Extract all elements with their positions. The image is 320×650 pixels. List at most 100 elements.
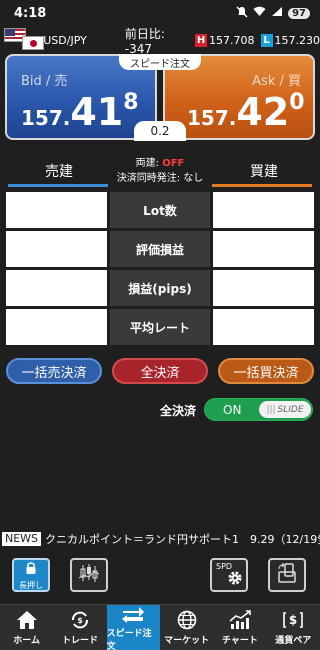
- row-label: 評価損益: [110, 231, 210, 267]
- high-value: 157.708: [209, 33, 255, 47]
- sell-position-label: 売建: [45, 164, 73, 180]
- tab-speed-order[interactable]: スピード注文: [106, 604, 160, 650]
- buy-all-settle-button[interactable]: 一括買決済: [218, 358, 314, 384]
- bid-price-pip: 8: [123, 90, 139, 115]
- rate-header[interactable]: USD/JPY 前日比: -347 H 157.708 L 157.230: [0, 27, 320, 56]
- chart-toggle-button[interactable]: [70, 558, 108, 592]
- lock-icon: [24, 560, 38, 579]
- all-settle-label: 全決済: [160, 404, 197, 418]
- tool-row: 長押し SPD: [0, 558, 320, 594]
- trade-icon: $: [69, 609, 91, 631]
- ask-price: 157.420: [187, 90, 305, 134]
- position-header: 売建 両建: OFF 決済同時発注: なし 買建: [6, 154, 314, 188]
- svg-text:$: $: [289, 613, 297, 627]
- tab-label: チャート: [222, 636, 258, 646]
- order-settings[interactable]: 両建: OFF 決済同時発注: なし: [110, 156, 210, 186]
- slide-handle[interactable]: ||| SLIDE: [259, 401, 311, 418]
- all-settle-toggle[interactable]: ON ||| SLIDE: [204, 398, 313, 421]
- prev-day-change: 前日比: -347: [124, 26, 165, 56]
- buy-cell: [213, 309, 314, 345]
- buy-cell: [213, 231, 314, 267]
- currency-pair: USD/JPY: [43, 33, 87, 47]
- all-settle-row: 全決済 ON ||| SLIDE: [0, 398, 320, 422]
- row-label: 損益(pips): [110, 270, 210, 306]
- candlestick-icon: [78, 563, 100, 587]
- ask-price-main: 157.: [187, 106, 237, 130]
- row-label: 平均レート: [110, 309, 210, 345]
- speed-order-tab: スピード注文: [119, 54, 201, 70]
- tab-currency-pair[interactable]: $ 通貨ペア: [267, 605, 320, 650]
- speed-settings-button[interactable]: SPD: [210, 558, 248, 592]
- high-badge: H: [195, 33, 207, 47]
- bottom-tab-bar: ホーム $ トレード スピード注文 マーケット チャート $ 通貨ペア: [0, 604, 320, 650]
- low-value: 157.230: [274, 33, 320, 47]
- ryodate-value: OFF: [162, 158, 185, 169]
- tab-label: ホーム: [13, 636, 41, 646]
- tab-market[interactable]: マーケット: [160, 605, 213, 650]
- news-ticker[interactable]: NEWS クニカルポイント＝ランド円サポート1 9.29（12/19気: [0, 531, 320, 547]
- buy-position-label: 買建: [250, 164, 278, 180]
- jp-flag-icon: [22, 36, 44, 50]
- ryodate-label: 両建:: [135, 158, 163, 169]
- toggle-state: ON: [223, 403, 242, 417]
- tab-label: スピード注文: [106, 628, 152, 650]
- sell-cell: [6, 309, 107, 345]
- bid-label: Bid / 売: [21, 74, 68, 89]
- buy-cell: [213, 192, 314, 228]
- sell-underline: [8, 184, 108, 187]
- table-row: 平均レート: [6, 309, 314, 345]
- mute-icon: [236, 6, 248, 21]
- bid-price-main: 157.: [21, 106, 71, 130]
- spread-value: 0.2: [134, 121, 186, 141]
- grip-icon: |||: [266, 404, 276, 415]
- buy-underline: [212, 184, 312, 187]
- table-row: 評価損益: [6, 231, 314, 267]
- news-tag: NEWS: [2, 532, 42, 546]
- bid-price-big: 41: [70, 90, 124, 134]
- wifi-icon: [253, 6, 266, 20]
- tab-label: 通貨ペア: [275, 636, 312, 646]
- buy-cell: [213, 270, 314, 306]
- status-bar: 4:18 97: [0, 0, 320, 26]
- globe-icon: [176, 609, 198, 631]
- ask-label: Ask / 買: [252, 74, 301, 89]
- slide-label: SLIDE: [277, 404, 304, 415]
- currency-flags: [4, 28, 44, 52]
- sell-cell: [6, 270, 107, 306]
- bid-price: 157.418: [21, 90, 139, 134]
- sell-all-settle-button[interactable]: 一括売決済: [6, 358, 102, 384]
- battery-icon: 97: [288, 7, 310, 19]
- rotate-screen-button[interactable]: [268, 558, 306, 592]
- status-time: 4:18: [14, 5, 47, 21]
- position-table: Lot数 評価損益 損益(pips) 平均レート: [6, 192, 314, 348]
- tab-label: トレード: [61, 636, 98, 646]
- simultaneous-order: 決済同時発注: なし: [116, 173, 204, 184]
- chart-icon: [228, 609, 252, 631]
- tab-trade[interactable]: $ トレード: [53, 605, 106, 650]
- speed-order-icon: [121, 604, 145, 624]
- table-row: Lot数: [6, 192, 314, 228]
- row-label: Lot数: [110, 192, 210, 228]
- all-settle-button[interactable]: 全決済: [112, 358, 208, 384]
- rotate-icon: [276, 562, 298, 587]
- signal-icon: [271, 6, 283, 20]
- sell-cell: [6, 231, 107, 267]
- long-press-lock-button[interactable]: 長押し: [12, 558, 50, 592]
- spd-label: SPD: [216, 562, 233, 571]
- tab-chart[interactable]: チャート: [213, 605, 266, 650]
- settle-buttons: 一括売決済 全決済 一括買決済: [6, 358, 314, 385]
- ryodate-setting: 両建: OFF: [110, 156, 210, 171]
- ask-price-pip: 0: [289, 90, 305, 115]
- home-icon: [16, 609, 38, 631]
- lock-label: 長押し: [19, 580, 43, 590]
- quote-panel: Bid / 売 157.418 Ask / 買 157.420 スピード注文 0…: [0, 54, 320, 142]
- low-badge: L: [260, 33, 273, 47]
- ask-price-big: 42: [236, 90, 290, 134]
- tab-label: マーケット: [164, 636, 210, 646]
- sell-cell: [6, 192, 107, 228]
- status-icons: 97: [236, 6, 310, 21]
- table-row: 損益(pips): [6, 270, 314, 306]
- gear-icon: [227, 570, 243, 590]
- svg-text:$: $: [77, 616, 83, 625]
- tab-home[interactable]: ホーム: [0, 605, 53, 650]
